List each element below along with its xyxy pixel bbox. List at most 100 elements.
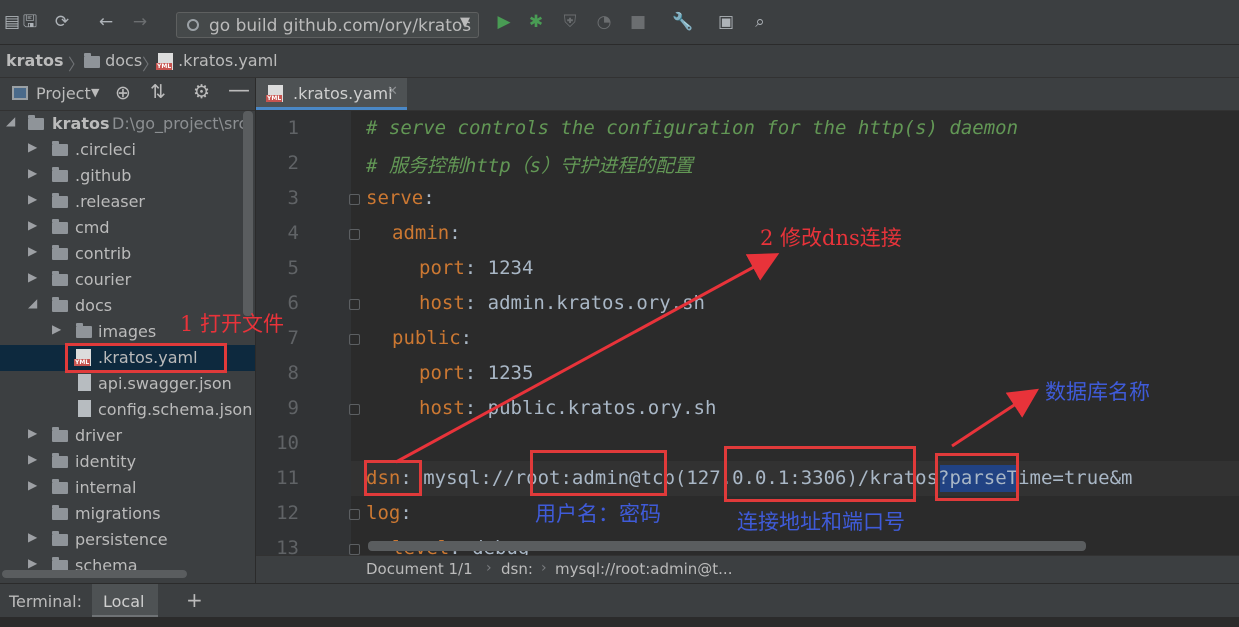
sync-icon[interactable]: ⟳ <box>52 12 72 32</box>
fold-marker-icon[interactable] <box>349 194 360 205</box>
tab-kratos-yaml[interactable]: .kratos.yaml ✕ <box>256 78 407 110</box>
chevron-right-icon[interactable]: ▶ <box>28 556 37 570</box>
line-number: 10 <box>276 432 299 454</box>
project-view-select[interactable]: Project <box>36 84 91 103</box>
project-view-icon <box>12 86 28 100</box>
chevron-down-icon[interactable]: ▼ <box>91 86 99 99</box>
chevron-right-icon[interactable]: ▶ <box>28 244 37 258</box>
profile-icon[interactable]: ◔ <box>594 12 614 32</box>
annotation-box-address <box>724 446 916 502</box>
line-number: 11 <box>276 467 299 489</box>
line-number: 5 <box>287 257 299 279</box>
folder-icon <box>76 323 92 338</box>
forward-arrow-icon[interactable]: → <box>130 12 150 32</box>
tree-item-circleci[interactable]: ▶ .circleci <box>0 137 243 163</box>
breadcrumb-item-file[interactable]: .kratos.yaml <box>156 51 278 70</box>
save-icon[interactable]: 🖫 <box>20 12 40 32</box>
locate-icon[interactable]: ⊕ <box>115 82 131 104</box>
chevron-right-icon[interactable]: ▶ <box>28 452 37 466</box>
line-number: 8 <box>287 362 299 384</box>
tree-item-identity[interactable]: ▶ identity <box>0 449 243 475</box>
breadcrumb-item-project[interactable]: kratos <box>6 51 64 70</box>
code-line-12: log: <box>366 502 412 524</box>
tree-item-label: identity <box>75 452 137 471</box>
chevron-down-icon[interactable]: ◢ <box>28 296 37 310</box>
minimize-icon[interactable]: — <box>228 78 250 103</box>
fold-marker-icon[interactable] <box>349 334 360 345</box>
terminal-label: Terminal: <box>9 592 83 611</box>
status-crumb-dsn[interactable]: dsn: <box>501 560 533 578</box>
chevron-right-icon[interactable]: ▶ <box>28 270 37 284</box>
search-icon[interactable]: ⌕ <box>750 12 770 32</box>
go-config-icon <box>187 19 199 31</box>
folder-icon <box>52 427 68 442</box>
status-crumb-value[interactable]: mysql://root:admin@t... <box>555 560 732 578</box>
line-number: 9 <box>287 397 299 419</box>
coverage-icon[interactable]: ⛨ <box>560 12 580 32</box>
chevron-right-icon: › <box>541 560 547 576</box>
fold-marker-icon[interactable] <box>349 299 360 310</box>
run-icon[interactable]: ▶ <box>494 12 514 32</box>
editor-breadcrumb-bar: Document 1/1 › dsn: › mysql://root:admin… <box>256 555 1239 583</box>
chevron-right-icon[interactable]: ▶ <box>28 140 37 154</box>
collapse-all-icon[interactable]: ⇅ <box>150 81 166 103</box>
chevron-down-icon[interactable]: ◢ <box>6 114 15 128</box>
back-arrow-icon[interactable]: ← <box>96 12 116 32</box>
chevron-right-icon[interactable]: ▶ <box>28 218 37 232</box>
project-horizontal-scrollbar[interactable] <box>2 570 187 578</box>
wrench-icon[interactable]: 🔧 <box>672 12 693 32</box>
chevron-right-icon[interactable]: ▶ <box>28 192 37 206</box>
debug-icon[interactable]: ✱ <box>526 12 546 32</box>
fold-marker-icon[interactable] <box>349 509 360 520</box>
tree-item-courier[interactable]: ▶ courier <box>0 267 243 293</box>
add-terminal-icon[interactable]: + <box>186 588 203 612</box>
annotation-user-pass: 用户名：密码 <box>535 502 661 526</box>
chevron-right-icon[interactable]: ▶ <box>28 426 37 440</box>
tree-item-driver[interactable]: ▶ driver <box>0 423 243 449</box>
project-vertical-scrollbar[interactable] <box>243 111 253 316</box>
annotation-box-database <box>935 453 1019 501</box>
terminal-tool-window-bar: Terminal: Local + <box>0 583 1239 618</box>
tree-item-label: migrations <box>75 504 161 523</box>
code-line-6: host: admin.kratos.ory.sh <box>419 292 705 314</box>
run-configuration-select[interactable]: go build github.com/ory/kratos ▼ <box>176 12 479 38</box>
stop-icon[interactable]: ■ <box>628 12 648 32</box>
code-line-5: port: 1234 <box>419 257 534 279</box>
tree-item-github[interactable]: ▶ .github <box>0 163 243 189</box>
breadcrumb-separator: 〉 <box>68 55 85 74</box>
structure-icon[interactable]: ▣ <box>716 12 736 32</box>
annotation-edit-dsn: 2 修改dns连接 <box>760 226 902 250</box>
tree-root[interactable]: ◢ kratos D:\go_project\src\ <box>0 111 253 137</box>
breadcrumb-item-docs[interactable]: docs <box>84 51 142 70</box>
chevron-down-icon: ▼ <box>460 15 470 30</box>
editor-horizontal-scrollbar[interactable] <box>368 541 1086 551</box>
fold-marker-icon[interactable] <box>349 229 360 240</box>
yaml-key: admin <box>392 222 450 244</box>
document-indicator[interactable]: Document 1/1 <box>366 560 473 578</box>
fold-marker-icon[interactable] <box>349 404 360 415</box>
tree-item-api-swagger[interactable]: api.swagger.json <box>0 371 243 397</box>
menu-icon[interactable]: ▤ <box>2 12 22 32</box>
run-configuration-label: go build github.com/ory/kratos <box>209 16 472 36</box>
tree-item-label: images <box>98 322 157 341</box>
tree-item-releaser[interactable]: ▶ .releaser <box>0 189 243 215</box>
chevron-right-icon[interactable]: ▶ <box>28 166 37 180</box>
tree-item-label: internal <box>75 478 137 497</box>
tree-item-contrib[interactable]: ▶ contrib <box>0 241 243 267</box>
tree-item-migrations[interactable]: migrations <box>0 501 243 527</box>
terminal-output[interactable] <box>0 617 1239 627</box>
tree-item-config-schema[interactable]: config.schema.json <box>0 397 252 423</box>
root-path: D:\go_project\src\ <box>112 114 253 133</box>
tree-item-persistence[interactable]: ▶ persistence <box>0 527 243 553</box>
chevron-right-icon[interactable]: ▶ <box>52 322 61 336</box>
code-line-4: admin: <box>392 222 461 244</box>
fold-marker-icon[interactable] <box>349 544 360 555</box>
chevron-right-icon[interactable]: ▶ <box>28 478 37 492</box>
tree-item-cmd[interactable]: ▶ cmd <box>0 215 243 241</box>
close-icon[interactable]: ✕ <box>387 84 398 99</box>
annotation-address-port: 连接地址和端口号 <box>737 510 905 534</box>
gear-icon[interactable]: ⚙ <box>193 81 210 103</box>
chevron-right-icon[interactable]: ▶ <box>28 530 37 544</box>
main-toolbar: ▤ 🖫 ⟳ ← → go build github.com/ory/kratos… <box>0 0 1239 45</box>
tree-item-internal[interactable]: ▶ internal <box>0 475 243 501</box>
